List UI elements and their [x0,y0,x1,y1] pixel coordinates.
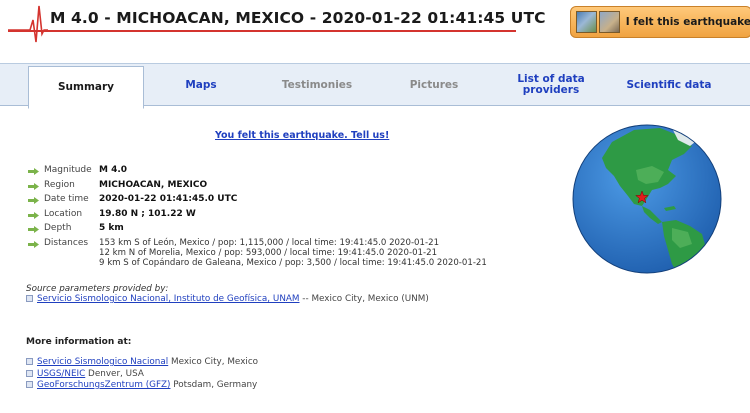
magnitude-value: M 4.0 [99,165,128,175]
tab-maps[interactable]: Maps [150,64,252,106]
epicenter-globe-map [572,124,722,274]
param-label: Magnitude [44,165,92,175]
more-info-item: Servicio Sismologico Nacional Mexico Cit… [26,357,258,369]
tab-scientific-data[interactable]: Scientific data [614,64,724,106]
link-bullet-icon [26,295,33,302]
param-label: Distances [44,237,89,248]
title-underline [8,30,516,32]
ssn-link[interactable]: Servicio Sismologico Nacional [37,357,168,367]
distance-line: 12 km N of Morelia, Mexico / pop: 593,00… [99,247,438,258]
tab-summary[interactable]: Summary [28,66,144,109]
green-arrow-icon [28,240,39,248]
datetime-value: 2020-01-22 01:41:45.0 UTC [99,194,238,204]
tab-pictures[interactable]: Pictures [380,64,488,106]
tab-data-providers[interactable]: List of data providers [500,64,602,106]
link-bullet-icon [26,381,33,388]
link-bullet-icon [26,358,33,365]
distances-list: 153 km S of León, Mexico / pop: 1,115,00… [99,238,487,269]
param-label: Region [44,179,75,190]
seismogram-icon [8,5,48,43]
link-bullet-icon [26,369,33,377]
tab-bar: Summary Maps Testimonies Pictures List o… [0,63,750,109]
region-value: MICHOACAN, MEXICO [99,179,208,190]
source-section: Source parameters provided by: Servicio … [26,284,429,306]
param-label: Location [44,208,83,219]
depth-value: 5 km [99,223,124,233]
felt-earthquake-button[interactable]: I felt this earthquake [570,6,750,38]
felt-button-label: I felt this earthquake [625,16,750,28]
felt-photo-thumbnail [576,11,597,33]
location-value: 19.80 N ; 101.22 W [99,208,196,219]
param-label: Date time [44,194,89,204]
source-row: Servicio Sismologico Nacional, Instituto… [26,294,429,306]
more-info-item: GeoForschungsZentrum (GFZ) Potsdam, Germ… [26,380,258,392]
source-heading: Source parameters provided by: [26,284,169,294]
more-info-detail: Mexico City, Mexico [168,357,259,367]
usgs-link[interactable]: USGS/NEIC [37,369,85,379]
green-arrow-icon [28,226,39,233]
more-info-detail: Denver, USA [85,368,144,379]
felt-photo-thumbnail [598,11,620,33]
page: M 4.0 - MICHOACAN, MEXICO - 2020-01-22 0… [0,0,750,413]
more-info-detail: Potsdam, Germany [170,380,258,390]
tab-testimonies[interactable]: Testimonies [262,64,372,106]
distance-line: 153 km S of León, Mexico / pop: 1,115,00… [99,237,440,248]
green-arrow-icon [28,182,39,190]
page-title: M 4.0 - MICHOACAN, MEXICO - 2020-01-22 0… [50,9,546,27]
source-link[interactable]: Servicio Sismologico Nacional, Instituto… [37,294,300,304]
green-arrow-icon [28,168,39,175]
param-label: Depth [44,223,72,233]
more-info-list: Servicio Sismologico Nacional Mexico Cit… [26,357,258,392]
gfz-link[interactable]: GeoForschungsZentrum (GFZ) [37,380,170,390]
more-info-heading: More information at: [26,337,132,347]
header: M 4.0 - MICHOACAN, MEXICO - 2020-01-22 0… [0,0,750,43]
felt-report-link[interactable]: You felt this earthquake. Tell us! [215,130,389,141]
green-arrow-icon [28,197,39,204]
green-arrow-icon [28,211,39,219]
source-detail: -- Mexico City, Mexico (UNM) [299,294,429,304]
more-info-item: USGS/NEIC Denver, USA [26,369,258,381]
distance-line: 9 km S of Copándaro de Galeana, Mexico /… [99,258,487,269]
